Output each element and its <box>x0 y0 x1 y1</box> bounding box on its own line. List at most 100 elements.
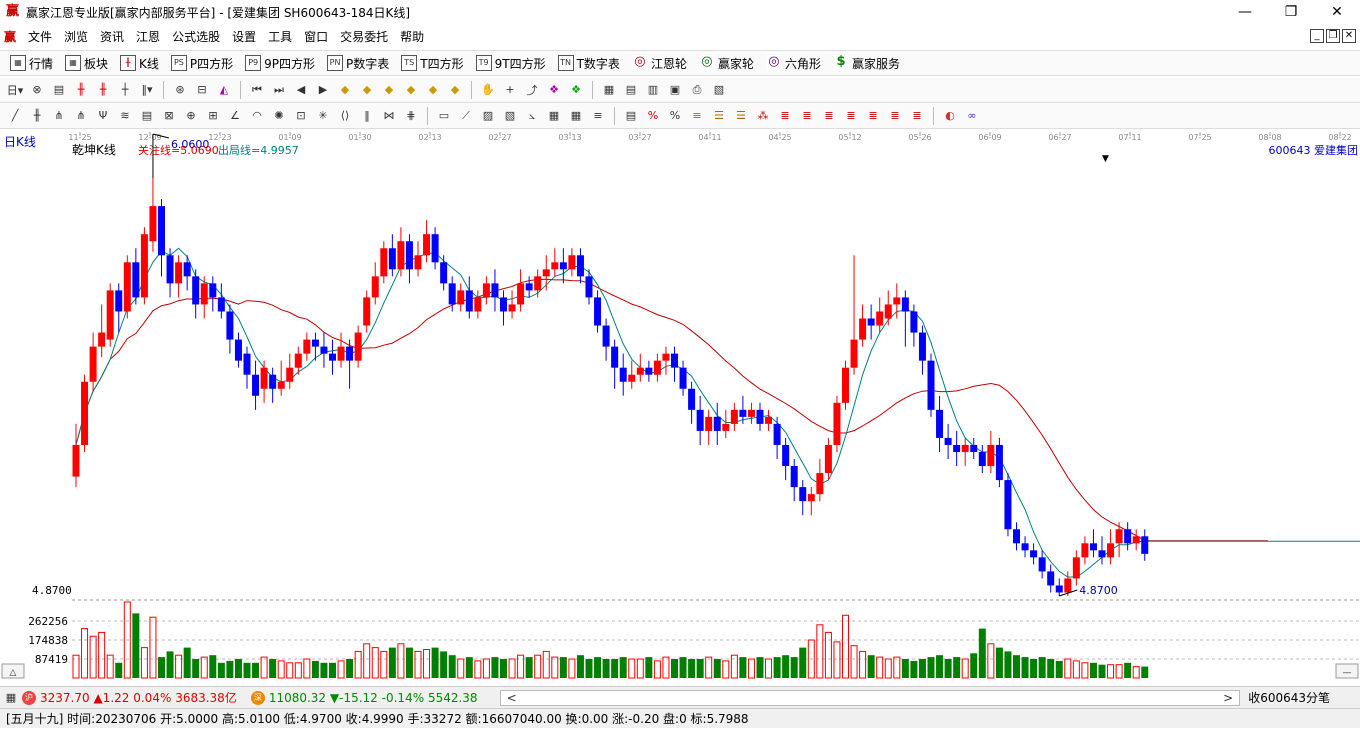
calendar-icon[interactable]: ▦ <box>600 81 618 99</box>
cube-2-icon[interactable]: ❖ <box>567 81 585 99</box>
indicator-icon[interactable]: ⊗ <box>28 81 46 99</box>
fan-icon[interactable]: ⋈ <box>380 107 398 125</box>
period-dropdown-icon[interactable]: 日▾ <box>6 81 24 99</box>
menu-info[interactable]: 资讯 <box>94 28 130 45</box>
pattern-2-icon[interactable]: ▧ <box>501 107 519 125</box>
spiral-icon[interactable]: ✺ <box>270 107 288 125</box>
draw-line-icon[interactable]: ╱ <box>6 107 24 125</box>
rect-icon[interactable]: ▭ <box>435 107 453 125</box>
scroll-right-icon[interactable]: > <box>1223 691 1233 705</box>
diamond-5-icon[interactable]: ◆ <box>424 81 442 99</box>
levels-2-icon[interactable]: ☰ <box>710 107 728 125</box>
sz-index[interactable]: 深 11080.32 ▼-15.12 -0.14% 5542.38 <box>250 690 478 705</box>
fork-icon[interactable]: Ψ <box>94 107 112 125</box>
diamond-4-icon[interactable]: ◆ <box>402 81 420 99</box>
save-icon[interactable]: ▣ <box>666 81 684 99</box>
bracket-icon[interactable]: ⟨⟩ <box>336 107 354 125</box>
blocks-button[interactable]: ▦ 板块 <box>59 55 114 72</box>
gann-fan-icon[interactable]: ⋔ <box>50 107 68 125</box>
crosshair-icon[interactable]: + <box>501 81 519 99</box>
minimize-button[interactable]: — <box>1222 4 1268 20</box>
hand-icon[interactable]: ✋ <box>479 81 497 99</box>
menu-tools[interactable]: 工具 <box>262 28 298 45</box>
levels-icon[interactable]: ≡ <box>688 107 706 125</box>
table-icon[interactable]: ▤ <box>622 81 640 99</box>
grid-box-2-icon[interactable]: ▦ <box>567 107 585 125</box>
diamond-2-icon[interactable]: ◆ <box>358 81 376 99</box>
box-icon[interactable]: ⊠ <box>160 107 178 125</box>
t-number-table-button[interactable]: TN T数字表 <box>552 55 626 72</box>
cube-icon[interactable]: ❖ <box>545 81 563 99</box>
mdi-minimize-button[interactable]: _ <box>1310 29 1324 43</box>
circle-grid-icon[interactable]: ⊕ <box>182 107 200 125</box>
ruler-icon[interactable]: ▤ <box>138 107 156 125</box>
infinity-icon[interactable]: ∞ <box>963 107 981 125</box>
slash-icon[interactable]: ⟋ <box>457 107 475 125</box>
sh-index[interactable]: 沪 3237.70 ▲1.22 0.04% 3683.38亿 <box>22 689 237 706</box>
winner-wheel-button[interactable]: ◎ 赢家轮 <box>693 55 760 72</box>
document-icon[interactable]: ▤ <box>50 81 68 99</box>
arrow-right-icon[interactable]: ▶ <box>314 81 332 99</box>
angle-icon[interactable]: ∠ <box>226 107 244 125</box>
print-icon[interactable]: ⎙ <box>688 81 706 99</box>
menu-help[interactable]: 帮助 <box>394 28 430 45</box>
menu-file[interactable]: 文件 <box>22 28 58 45</box>
menu-browse[interactable]: 浏览 <box>58 28 94 45</box>
marker-6-icon[interactable]: ≣ <box>864 107 882 125</box>
gann-wheel-button[interactable]: ◎ 江恩轮 <box>626 55 693 72</box>
winner-service-button[interactable]: $ 赢家服务 <box>827 55 906 72</box>
last-page-icon[interactable]: ⏭ <box>270 81 288 99</box>
close-button[interactable]: ✕ <box>1314 4 1360 20</box>
hexagon-button[interactable]: ◎ 六角形 <box>760 55 827 72</box>
candle-icon[interactable]: ╫ <box>72 81 90 99</box>
first-page-icon[interactable]: ⏮ <box>248 81 266 99</box>
line-dropdown-icon[interactable]: ‖▾ <box>138 81 156 99</box>
menu-formula[interactable]: 公式选股 <box>166 28 226 45</box>
candle-alt-icon[interactable]: ╫ <box>94 81 112 99</box>
cycle-icon[interactable]: ‖ <box>358 107 376 125</box>
slope-icon[interactable]: ⦣ <box>523 107 541 125</box>
marker-icon[interactable]: ⁂ <box>754 107 772 125</box>
channel-icon[interactable]: ⋕ <box>402 107 420 125</box>
wave-icon[interactable]: ≋ <box>116 107 134 125</box>
marker-7-icon[interactable]: ≣ <box>886 107 904 125</box>
quotes-button[interactable]: ▦ 行情 <box>4 55 59 72</box>
menu-trade[interactable]: 交易委托 <box>334 28 394 45</box>
trend-icon[interactable]: ⤴ <box>523 81 541 99</box>
kline-button[interactable]: ╫ K线 <box>114 55 165 72</box>
grid-box-icon[interactable]: ▦ <box>545 107 563 125</box>
export-icon[interactable]: ▧ <box>710 81 728 99</box>
t-square-button[interactable]: TS T四方形 <box>395 55 469 72</box>
kline-chart[interactable]: 11-25 12-09 12-23 01-09 01-30 02-13 02-27 03-13… <box>0 130 1360 686</box>
bar-icon[interactable]: ┼ <box>116 81 134 99</box>
triangle-icon[interactable]: ◭ <box>215 81 233 99</box>
marker-2-icon[interactable]: ≣ <box>776 107 794 125</box>
arrow-left-icon[interactable]: ◀ <box>292 81 310 99</box>
fib-icon[interactable]: ⊞ <box>204 107 222 125</box>
percent-slash-icon[interactable]: % <box>644 107 662 125</box>
lines-icon[interactable]: ≡ <box>589 107 607 125</box>
percent-icon[interactable]: % <box>666 107 684 125</box>
tick-button[interactable]: 收600643分笔 <box>1248 689 1330 706</box>
formula-icon[interactable]: ⊛ <box>171 81 189 99</box>
star-icon[interactable]: ✳ <box>314 107 332 125</box>
p-square-button[interactable]: PS P四方形 <box>165 55 239 72</box>
9p-square-button[interactable]: P9 9P四方形 <box>239 55 321 72</box>
grid-lines-icon[interactable]: ╫ <box>28 107 46 125</box>
square-icon[interactable]: ⊡ <box>292 107 310 125</box>
menu-settings[interactable]: 设置 <box>226 28 262 45</box>
mdi-close-button[interactable]: ✕ <box>1342 29 1356 43</box>
gann-fan-2-icon[interactable]: ⋔ <box>72 107 90 125</box>
scroll-left-icon[interactable]: < <box>507 691 517 705</box>
marker-3-icon[interactable]: ≣ <box>798 107 816 125</box>
marker-4-icon[interactable]: ≣ <box>820 107 838 125</box>
marker-8-icon[interactable]: ≣ <box>908 107 926 125</box>
arc-icon[interactable]: ◠ <box>248 107 266 125</box>
pattern-icon[interactable]: ▨ <box>479 107 497 125</box>
menu-grid-icon[interactable]: ▦ <box>2 689 20 707</box>
report-icon[interactable]: ▥ <box>644 81 662 99</box>
list-icon[interactable]: ▤ <box>622 107 640 125</box>
levels-3-icon[interactable]: ☰ <box>732 107 750 125</box>
9t-square-button[interactable]: T9 9T四方形 <box>470 55 552 72</box>
diamond-icon[interactable]: ◆ <box>336 81 354 99</box>
